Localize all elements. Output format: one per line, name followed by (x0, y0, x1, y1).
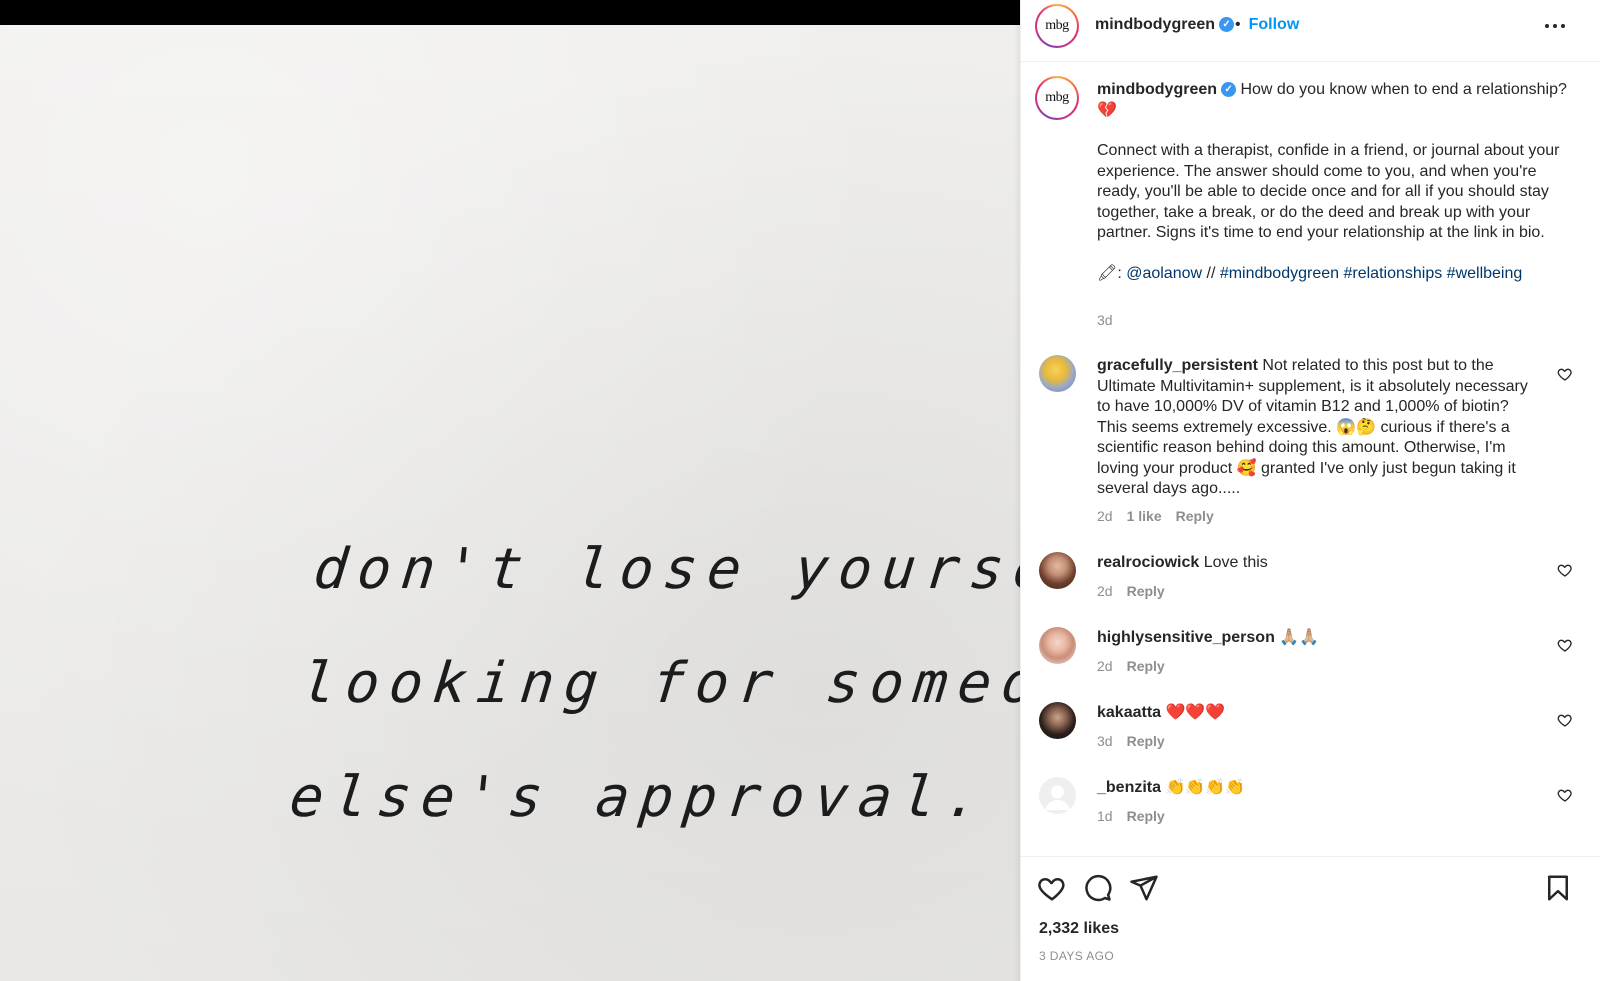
commenter-avatar[interactable] (1039, 355, 1076, 392)
comment-meta: 2d Reply (1097, 658, 1179, 674)
caption-text: mindbodygreen ✓ How do you know when to e… (1097, 80, 1567, 284)
comment-heart-icon[interactable] (1557, 637, 1573, 653)
author-avatar[interactable]: mbg (1035, 4, 1079, 48)
mention-link[interactable]: @aolanow (1126, 265, 1202, 282)
avatar-logo-text: mbg (1045, 18, 1069, 33)
comment-body: ❤️❤️❤️ (1165, 704, 1226, 721)
quote-line: else's approval. (286, 765, 993, 830)
comment-text: highlysensitive_person 🙏🏼🙏🏼 (1097, 628, 1537, 649)
commenter-avatar[interactable] (1039, 627, 1076, 664)
credit-separator: // (1202, 264, 1220, 282)
commenter-username[interactable]: gracefully_persistent (1097, 357, 1258, 374)
post-date[interactable]: 3 DAYS AGO (1039, 949, 1114, 963)
comment-time[interactable]: 2d (1097, 583, 1113, 599)
quote-line: looking for someone (298, 651, 1020, 716)
comment-time[interactable]: 3d (1097, 733, 1113, 749)
post-image-panel: don't lose yourself looking for someone … (0, 0, 1020, 981)
comment-heart-icon[interactable] (1557, 787, 1573, 803)
image-top-bar (0, 0, 1020, 25)
reply-button[interactable]: Reply (1127, 658, 1165, 674)
comment-time[interactable]: 2d (1097, 508, 1113, 524)
post-action-bar: 2,332 likes 3 DAYS AGO (1021, 856, 1600, 981)
comment-heart-icon[interactable] (1557, 712, 1573, 728)
comment-likes[interactable]: 1 like (1127, 508, 1162, 524)
credit-prefix: 🖍: (1097, 264, 1127, 282)
bookmark-icon[interactable] (1543, 873, 1573, 903)
comment-body: Love this (1203, 554, 1268, 571)
post-header: mbg mindbodygreen ✓ • Follow (1021, 0, 1600, 62)
comment-time[interactable]: 2d (1097, 658, 1113, 674)
quote-line: don't lose yourself (310, 537, 1020, 602)
hashtag-link[interactable]: #relationships (1343, 265, 1442, 282)
comment-body: Not related to this post but to the Ulti… (1097, 357, 1528, 497)
commenter-avatar[interactable] (1039, 702, 1076, 739)
header-follow-area: • Follow (1235, 16, 1299, 34)
comment-text: _benzita 👏👏👏👏 (1097, 778, 1537, 799)
comment-heart-icon[interactable] (1557, 366, 1573, 382)
hashtag-link[interactable]: #mindbodygreen (1220, 265, 1339, 282)
follow-button[interactable]: Follow (1249, 16, 1300, 33)
verified-badge-icon: ✓ (1219, 17, 1235, 33)
commenter-username[interactable]: realrociowick (1097, 554, 1199, 571)
handwritten-quote: don't lose yourself looking for someone … (284, 513, 1020, 855)
comment-text: gracefully_persistent Not related to thi… (1097, 356, 1537, 500)
reply-button[interactable]: Reply (1127, 583, 1165, 599)
commenter-username[interactable]: highlysensitive_person (1097, 629, 1275, 646)
reply-button[interactable]: Reply (1176, 508, 1214, 524)
caption-body: Connect with a therapist, confide in a f… (1097, 142, 1560, 241)
caption-username[interactable]: mindbodygreen (1097, 81, 1217, 98)
reply-button[interactable]: Reply (1127, 733, 1165, 749)
separator-dot: • (1235, 16, 1241, 33)
commenter-username[interactable]: kakaatta (1097, 704, 1161, 721)
comment-meta: 3d Reply (1097, 733, 1179, 749)
commenter-username[interactable]: _benzita (1097, 779, 1161, 796)
comment-text: realrociowick Love this (1097, 553, 1537, 574)
post-sidebar: mbg mindbodygreen ✓ • Follow mbg mindbodyg… (1020, 0, 1600, 981)
heart-icon[interactable] (1037, 873, 1067, 903)
likes-count[interactable]: 2,332 likes (1039, 920, 1119, 938)
comment-body: 👏👏👏👏 (1165, 779, 1246, 796)
author-username[interactable]: mindbodygreen ✓ (1095, 16, 1235, 34)
comment-icon[interactable] (1083, 873, 1113, 903)
comment-meta: 2d Reply (1097, 583, 1179, 599)
caption-timestamp[interactable]: 3d (1097, 312, 1113, 328)
hashtag-link[interactable]: #wellbeing (1447, 265, 1523, 282)
avatar-logo-text: mbg (1045, 90, 1069, 105)
author-username-text[interactable]: mindbodygreen (1095, 16, 1215, 33)
post-photo[interactable]: don't lose yourself looking for someone … (0, 25, 1020, 981)
more-options-icon[interactable] (1543, 20, 1567, 32)
comment-heart-icon[interactable] (1557, 562, 1573, 578)
comment-time[interactable]: 1d (1097, 808, 1113, 824)
commenter-avatar[interactable] (1039, 552, 1076, 589)
default-avatar-icon[interactable] (1039, 777, 1076, 814)
share-icon[interactable] (1129, 873, 1159, 903)
reply-button[interactable]: Reply (1127, 808, 1165, 824)
caption-credits: 🖍: @aolanow // #mindbodygreen #relations… (1097, 264, 1567, 285)
comment-text: kakaatta ❤️❤️❤️ (1097, 703, 1537, 724)
comment-body: 🙏🏼🙏🏼 (1279, 629, 1320, 646)
verified-badge-icon: ✓ (1221, 82, 1237, 98)
caption-avatar[interactable]: mbg (1035, 76, 1079, 120)
comment-meta: 1d Reply (1097, 808, 1179, 824)
comment-meta: 2d 1 like Reply (1097, 508, 1228, 524)
